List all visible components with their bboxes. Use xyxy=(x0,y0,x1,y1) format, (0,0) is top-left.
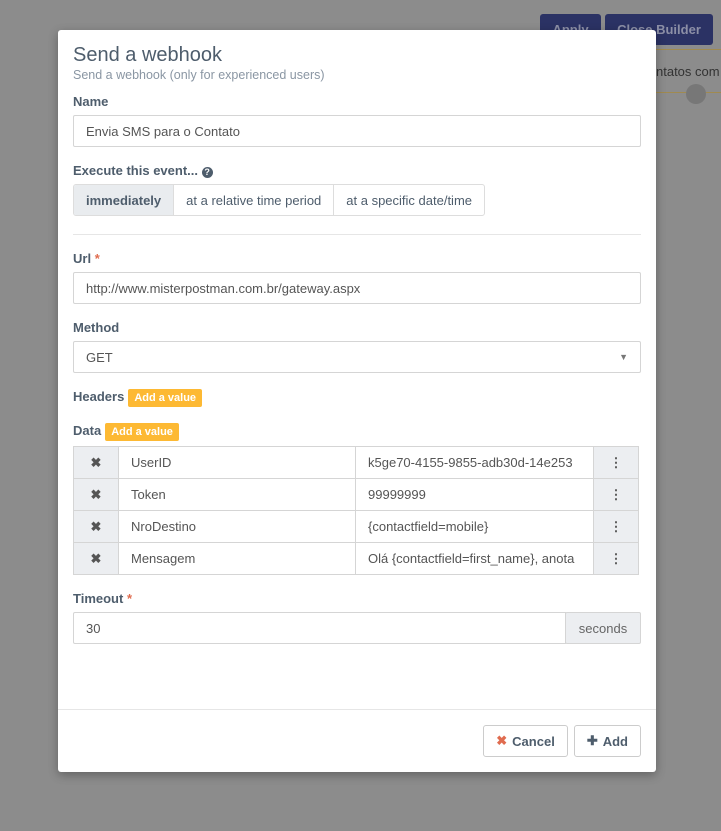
data-section: Data Add a value xyxy=(73,423,641,441)
help-icon[interactable]: ? xyxy=(201,167,213,178)
execute-toggle: immediately at a relative time period at… xyxy=(73,184,486,216)
timeout-input[interactable]: 30 xyxy=(73,612,566,644)
divider xyxy=(73,234,641,235)
data-key-input[interactable]: Mensagem xyxy=(118,542,356,575)
add-button[interactable]: ✚ Add xyxy=(573,725,641,757)
data-row: ✖ Token 99999999 ⋮ xyxy=(73,478,641,511)
close-icon: ✖ xyxy=(496,733,508,748)
more-vertical-icon[interactable]: ⋮ xyxy=(593,542,639,575)
headers-section: Headers Add a value xyxy=(73,389,641,407)
execute-label: Execute this event... ? xyxy=(73,163,641,178)
data-key-input[interactable]: UserID xyxy=(118,446,356,479)
modal-title: Send a webhook xyxy=(73,44,223,66)
name-label: Name xyxy=(73,94,109,109)
modal-subtitle: Send a webhook (only for experienced use… xyxy=(73,68,325,82)
data-row: ✖ NroDestino {contactfield=mobile} ⋮ xyxy=(73,510,641,543)
caret-down-icon: ▼ xyxy=(619,352,628,362)
url-label: Url * xyxy=(73,251,100,266)
data-value-input[interactable]: Olá {contactfield=first_name}, anota xyxy=(355,542,594,575)
method-label: Method xyxy=(73,320,120,335)
plus-icon: ✚ xyxy=(586,733,598,748)
cancel-button[interactable]: ✖ Cancel xyxy=(483,725,568,757)
data-add-button[interactable]: Add a value xyxy=(105,423,179,441)
data-row: ✖ UserID k5ge70-4155-9855-adb30d-14e253 ⋮ xyxy=(73,446,641,479)
more-vertical-icon[interactable]: ⋮ xyxy=(593,478,639,511)
remove-row-icon[interactable]: ✖ xyxy=(73,478,119,511)
data-key-input[interactable]: Token xyxy=(118,478,356,511)
background-handle xyxy=(686,84,706,104)
data-key-input[interactable]: NroDestino xyxy=(118,510,356,543)
timeout-unit: seconds xyxy=(565,612,641,644)
modal-footer: ✖ Cancel ✚ Add xyxy=(58,709,656,772)
url-input[interactable]: http://www.misterpostman.com.br/gateway.… xyxy=(73,272,641,304)
remove-row-icon[interactable]: ✖ xyxy=(73,446,119,479)
webhook-modal: Send a webhook Send a webhook (only for … xyxy=(58,30,656,772)
option-immediately[interactable]: immediately xyxy=(74,185,175,215)
headers-add-button[interactable]: Add a value xyxy=(128,389,203,407)
data-row: ✖ Mensagem Olá {contactfield=first_name}, … xyxy=(73,542,641,575)
name-input[interactable]: Envia SMS para o Contato xyxy=(73,115,641,147)
method-select[interactable]: GET ▼ xyxy=(73,341,641,373)
option-relative[interactable]: at a relative time period xyxy=(174,185,335,215)
more-vertical-icon[interactable]: ⋮ xyxy=(593,510,639,543)
more-vertical-icon[interactable]: ⋮ xyxy=(593,446,639,479)
option-specific[interactable]: at a specific date/time xyxy=(334,185,484,215)
data-value-input[interactable]: {contactfield=mobile} xyxy=(355,510,594,543)
data-value-input[interactable]: 99999999 xyxy=(355,478,594,511)
timeout-label: Timeout * xyxy=(73,591,133,606)
remove-row-icon[interactable]: ✖ xyxy=(73,542,119,575)
remove-row-icon[interactable]: ✖ xyxy=(73,510,119,543)
data-value-input[interactable]: k5ge70-4155-9855-adb30d-14e253 xyxy=(355,446,594,479)
